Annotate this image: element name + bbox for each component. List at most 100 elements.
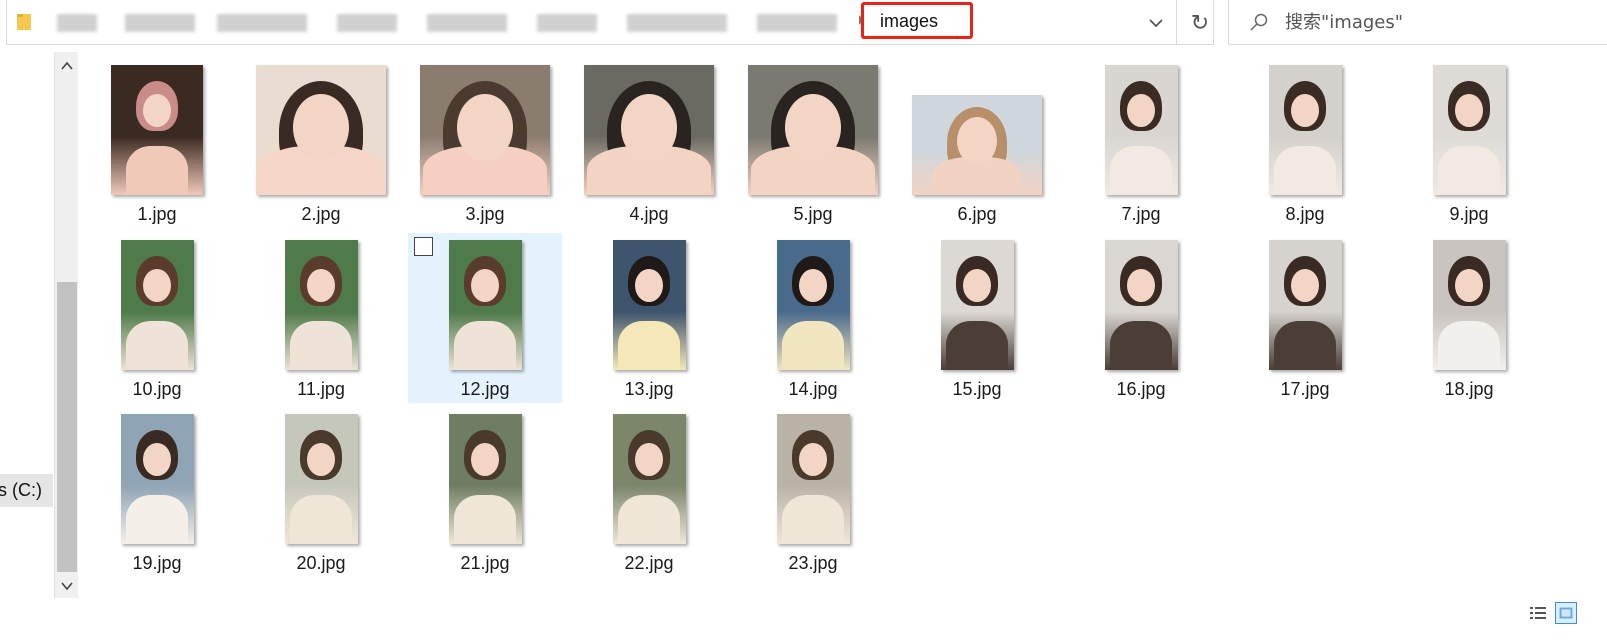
file-item[interactable]: 6.jpg bbox=[900, 58, 1054, 228]
file-name: 20.jpg bbox=[296, 553, 346, 573]
file-name: 18.jpg bbox=[1444, 379, 1494, 399]
file-item[interactable]: 15.jpg bbox=[900, 233, 1054, 403]
thumbnail-frame bbox=[736, 413, 890, 545]
file-name: 14.jpg bbox=[788, 379, 838, 399]
file-item[interactable]: 5.jpg bbox=[736, 58, 890, 228]
file-item[interactable]: 1.jpg bbox=[80, 58, 234, 228]
scroll-up-button[interactable] bbox=[55, 54, 78, 78]
file-name: 4.jpg bbox=[629, 204, 669, 224]
image-thumbnail bbox=[612, 414, 686, 544]
photo-face-shape bbox=[1455, 268, 1483, 303]
photo-face-shape bbox=[307, 268, 335, 303]
file-name: 1.jpg bbox=[137, 204, 177, 224]
file-item[interactable]: 21.jpg bbox=[408, 407, 562, 577]
file-item[interactable]: 4.jpg bbox=[572, 58, 726, 228]
file-item[interactable]: 10.jpg bbox=[80, 233, 234, 403]
file-item[interactable]: 2.jpg bbox=[244, 58, 398, 228]
thumbnail-frame bbox=[80, 413, 234, 545]
search-icon bbox=[1250, 13, 1268, 31]
image-thumbnail bbox=[1432, 65, 1506, 195]
image-thumbnail bbox=[1268, 65, 1342, 195]
photo-body-shape bbox=[454, 494, 516, 544]
breadcrumb-current-folder[interactable]: images bbox=[861, 2, 973, 39]
large-icons-view-icon[interactable] bbox=[1555, 602, 1577, 624]
thumbnail-frame bbox=[572, 64, 726, 196]
image-thumbnail bbox=[1104, 65, 1178, 195]
file-item[interactable]: 11.jpg bbox=[244, 233, 398, 403]
photo-face-shape bbox=[1291, 93, 1319, 128]
photo-body-shape bbox=[1110, 145, 1172, 195]
nav-drive-c[interactable]: s (C:) bbox=[0, 480, 42, 501]
scrollbar-thumb[interactable] bbox=[57, 282, 77, 572]
image-thumbnail bbox=[120, 240, 194, 370]
address-bar[interactable]: images ↻ bbox=[6, 0, 1214, 45]
file-name: 13.jpg bbox=[624, 379, 674, 399]
photo-face-shape bbox=[957, 117, 997, 165]
photo-body-shape bbox=[946, 320, 1008, 370]
details-view-icon[interactable] bbox=[1527, 602, 1549, 624]
thumbnail-frame bbox=[80, 64, 234, 196]
file-item[interactable]: 23.jpg bbox=[736, 407, 890, 577]
photo-face-shape bbox=[1127, 268, 1155, 303]
file-item[interactable]: 9.jpg bbox=[1392, 58, 1546, 228]
photo-body-shape bbox=[1110, 320, 1172, 370]
thumbnail-frame bbox=[1064, 239, 1218, 371]
scroll-down-button[interactable] bbox=[55, 574, 78, 598]
photo-body-shape bbox=[782, 494, 844, 544]
file-name: 8.jpg bbox=[1285, 204, 1325, 224]
photo-body-shape bbox=[126, 145, 188, 195]
search-box[interactable] bbox=[1228, 0, 1607, 45]
photo-body-shape bbox=[1274, 145, 1336, 195]
thumbnail-frame bbox=[1064, 64, 1218, 196]
file-item[interactable]: 19.jpg bbox=[80, 407, 234, 577]
photo-face-shape bbox=[1291, 268, 1319, 303]
image-thumbnail bbox=[448, 240, 522, 370]
file-name: 10.jpg bbox=[132, 379, 182, 399]
file-name: 9.jpg bbox=[1449, 204, 1489, 224]
file-name: 11.jpg bbox=[297, 379, 345, 399]
file-item[interactable]: 18.jpg bbox=[1392, 233, 1546, 403]
thumbnail-frame bbox=[80, 239, 234, 371]
thumbnail-frame bbox=[1392, 64, 1546, 196]
file-item[interactable]: 22.jpg bbox=[572, 407, 726, 577]
photo-body-shape bbox=[454, 320, 516, 370]
nav-pane-scrollbar[interactable] bbox=[54, 52, 78, 598]
photo-body-shape bbox=[782, 320, 844, 370]
file-item[interactable]: 7.jpg bbox=[1064, 58, 1218, 228]
photo-face-shape bbox=[471, 268, 499, 303]
photo-face-shape bbox=[457, 93, 513, 161]
thumbnail-frame bbox=[736, 239, 890, 371]
thumbnail-frame bbox=[244, 413, 398, 545]
image-thumbnail bbox=[776, 240, 850, 370]
address-history-dropdown[interactable] bbox=[1135, 0, 1177, 45]
file-item[interactable]: 8.jpg bbox=[1228, 58, 1382, 228]
photo-face-shape bbox=[1455, 93, 1483, 128]
thumbnail-frame bbox=[572, 413, 726, 545]
thumbnail-frame bbox=[1228, 64, 1382, 196]
file-item[interactable]: 12.jpg bbox=[408, 233, 562, 403]
file-item[interactable]: 3.jpg bbox=[408, 58, 562, 228]
photo-body-shape bbox=[1438, 145, 1500, 195]
thumbnail-frame bbox=[900, 64, 1054, 196]
file-name: 17.jpg bbox=[1280, 379, 1330, 399]
file-item[interactable]: 14.jpg bbox=[736, 233, 890, 403]
file-item[interactable]: 13.jpg bbox=[572, 233, 726, 403]
image-thumbnail bbox=[940, 240, 1014, 370]
file-name: 2.jpg bbox=[301, 204, 341, 224]
image-thumbnail bbox=[284, 240, 358, 370]
file-item[interactable]: 17.jpg bbox=[1228, 233, 1382, 403]
thumbnail-frame bbox=[572, 239, 726, 371]
photo-body-shape bbox=[618, 494, 680, 544]
image-thumbnail bbox=[1104, 240, 1178, 370]
file-item[interactable]: 20.jpg bbox=[244, 407, 398, 577]
image-thumbnail bbox=[584, 65, 714, 195]
photo-face-shape bbox=[799, 268, 827, 303]
photo-body-shape bbox=[618, 320, 680, 370]
photo-face-shape bbox=[799, 442, 827, 477]
chevron-down-icon bbox=[1148, 18, 1163, 27]
file-item[interactable]: 16.jpg bbox=[1064, 233, 1218, 403]
search-input[interactable] bbox=[1285, 9, 1585, 35]
photo-face-shape bbox=[1127, 93, 1155, 128]
image-thumbnail bbox=[284, 414, 358, 544]
refresh-button[interactable]: ↻ bbox=[1179, 0, 1221, 45]
